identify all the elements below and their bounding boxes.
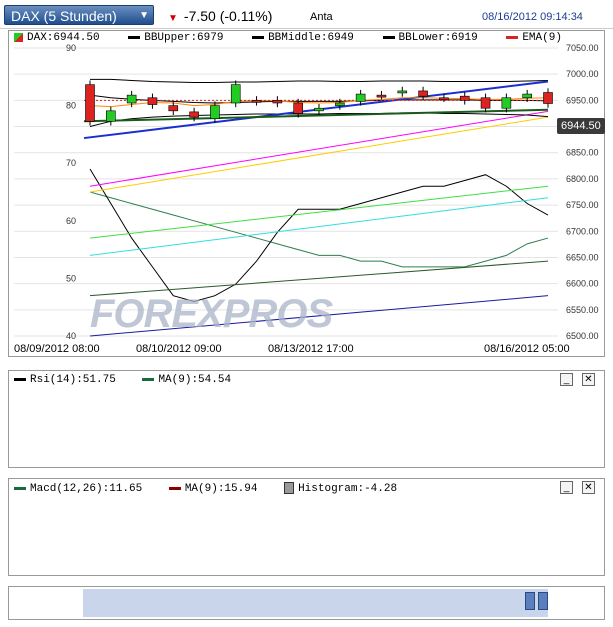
ma-darkgreen-line (89, 260, 549, 297)
y-tick-right: 6650.00 (566, 252, 599, 262)
y-tick-right: 6850.00 (566, 148, 599, 158)
x-label-2: 08/10/2012 09:00 (136, 343, 222, 355)
legend-histogram: Histogram:-4.28 (298, 482, 398, 495)
candle-body (210, 105, 220, 119)
macd-minimize-button[interactable]: _ (560, 481, 573, 494)
rsi-swatch-icon (14, 377, 26, 381)
y-tick-right: 6600.00 (566, 279, 599, 289)
y-tick-left: 60 (66, 216, 76, 226)
candle-body (314, 107, 324, 112)
y-tick-left: 40 (66, 331, 76, 341)
y-tick-left: 80 (66, 101, 76, 111)
candle-body (189, 111, 199, 118)
y-tick-right: 6750.00 (566, 200, 599, 210)
candle-body (147, 97, 158, 105)
candle-body (439, 97, 449, 101)
ma-magenta-line (89, 110, 549, 187)
histogram-swatch-icon (284, 482, 295, 494)
candle-body (397, 90, 408, 94)
macd-ma-swatch-icon (168, 486, 181, 490)
y-tick-right: 6500.00 (566, 331, 599, 341)
y-tick-right: 6950.00 (566, 95, 599, 105)
candle-body (126, 94, 137, 104)
legend-rsi: Rsi(14):51.75 (30, 374, 116, 386)
candle-body (293, 102, 303, 114)
candle-body (251, 100, 262, 103)
y-tick-right: 6800.00 (566, 174, 599, 184)
macd-swatch-icon (14, 486, 26, 490)
candle-body (230, 84, 241, 104)
y-tick-right: 6700.00 (566, 226, 599, 236)
candle-body (355, 93, 366, 102)
candle-body (168, 105, 179, 112)
last-price-flag: 6944.50 (557, 118, 605, 134)
rsi-ma-swatch-icon (142, 377, 155, 381)
navigator-right-handle[interactable] (538, 592, 548, 610)
rsi-minimize-button[interactable]: _ (560, 373, 573, 386)
candle-body (459, 95, 470, 101)
candle-body (85, 84, 95, 122)
candle-body (272, 100, 283, 104)
ma-lightgreen-line (89, 185, 549, 239)
candle-body (106, 110, 116, 122)
ma-cyan-line (89, 197, 549, 256)
candle-body (501, 97, 512, 109)
navigator-left-handle[interactable] (525, 592, 535, 610)
y-tick-left: 50 (66, 273, 76, 283)
rsi-close-button[interactable]: ✕ (582, 373, 595, 386)
rsi-legend: Rsi(14):51.75 MA(9):54.54 (14, 374, 231, 386)
candle-body (543, 92, 553, 104)
x-label-1: 08/09/2012 08:00 (14, 343, 100, 355)
candle-body (522, 93, 532, 99)
x-label-4: 08/16/2012 05:00 (484, 343, 570, 355)
candle-body (418, 90, 428, 97)
legend-macd-ma: MA(9):15.94 (184, 482, 258, 495)
legend-macd: Macd(12,26):11.65 (30, 482, 143, 495)
watermark-logo: FOREXPROS (90, 292, 333, 336)
stoch-d-line (89, 191, 549, 268)
candle-body (376, 94, 387, 98)
y-tick-left: 70 (66, 158, 76, 168)
trendline-green (83, 108, 549, 123)
macd-close-button[interactable]: ✕ (582, 481, 595, 494)
navigator-range[interactable] (83, 589, 548, 617)
macd-legend: Macd(12,26):11.65 MA(9):15.94 Histogram:… (14, 482, 397, 495)
stoch-k-line (89, 168, 549, 302)
y-tick-right: 6550.00 (566, 305, 599, 315)
bb-upper-line (90, 78, 549, 84)
x-label-3: 08/13/2012 17:00 (268, 343, 354, 355)
y-tick-right: 7000.00 (566, 69, 599, 79)
candle-body (335, 102, 345, 106)
y-tick-right: 7050.00 (566, 43, 599, 53)
y-tick-left: 90 (66, 43, 76, 53)
candle-body (480, 97, 491, 109)
legend-rsi-ma: MA(9):54.54 (158, 374, 232, 386)
